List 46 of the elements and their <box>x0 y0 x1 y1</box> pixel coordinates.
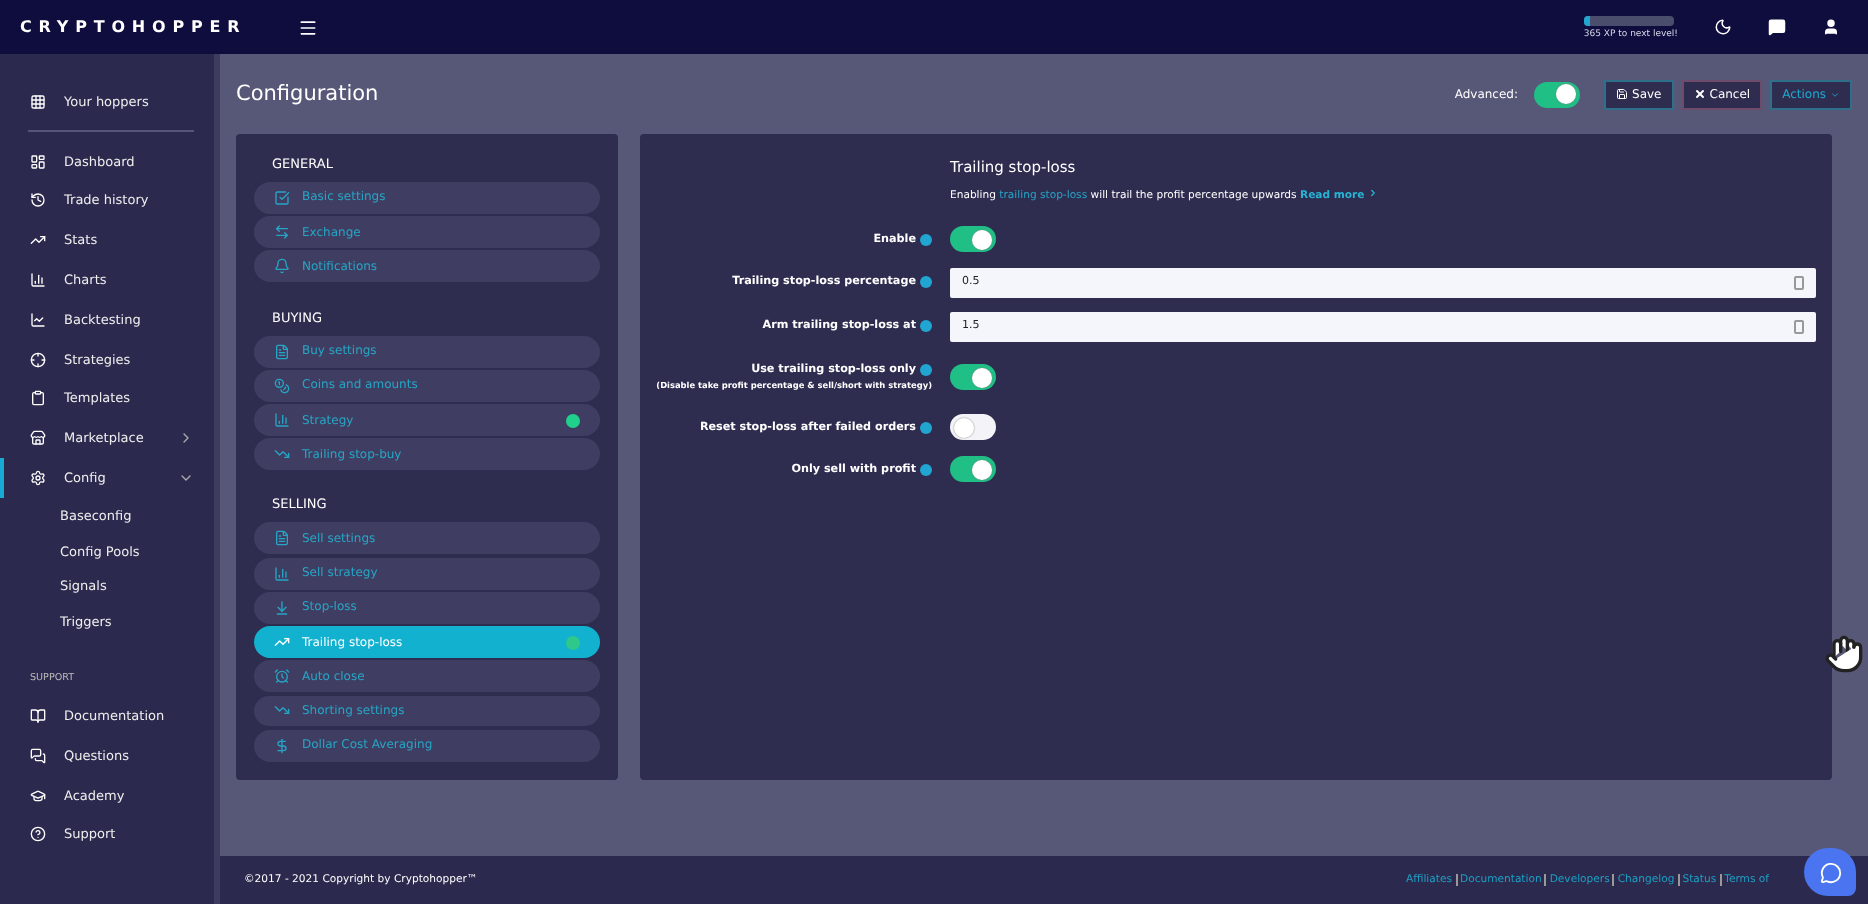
document-icon <box>274 343 290 360</box>
menu-icon[interactable] <box>298 17 319 37</box>
chart-icon <box>274 412 290 428</box>
chat-icon <box>30 747 46 764</box>
trend-icon <box>30 232 46 249</box>
bell-icon <box>274 258 290 275</box>
caret-icon <box>1830 89 1840 99</box>
advanced-toggle[interactable] <box>1534 81 1581 107</box>
checkbox-icon <box>274 189 290 206</box>
message-icon[interactable] <box>1768 18 1786 36</box>
chevron-right-icon <box>1368 188 1379 198</box>
dashboard-icon <box>30 153 46 170</box>
download-icon <box>274 599 290 616</box>
trend-down-icon <box>274 702 290 719</box>
toggle-switch[interactable] <box>950 226 996 252</box>
user-icon[interactable] <box>1822 18 1840 36</box>
page-title: Configuration <box>236 82 379 106</box>
hand-cursor-icon <box>1824 634 1864 674</box>
settings-icon <box>30 470 46 487</box>
crosshair-icon <box>30 351 46 368</box>
moon-icon[interactable] <box>1714 18 1732 36</box>
document-icon <box>274 530 290 547</box>
save-icon <box>1616 88 1629 100</box>
chart-icon <box>274 565 290 582</box>
clipboard-icon <box>30 390 46 407</box>
toggle-switch[interactable] <box>950 364 996 390</box>
dollar-icon <box>274 737 290 754</box>
xp-progress-bar <box>1583 15 1674 25</box>
chart-icon <box>30 272 46 289</box>
grid-icon <box>30 93 46 110</box>
store-icon <box>30 430 46 447</box>
history-icon <box>30 192 46 209</box>
graduation-cap-icon <box>30 787 46 804</box>
chat-button[interactable] <box>1804 848 1856 896</box>
chat-icon <box>1819 861 1841 883</box>
toggle-switch[interactable] <box>950 414 996 440</box>
close-icon <box>1693 88 1706 100</box>
trend-up-icon <box>274 634 290 651</box>
book-icon <box>30 708 46 725</box>
coins-icon <box>274 377 290 394</box>
exchange-icon <box>274 224 290 241</box>
line-chart-icon <box>30 311 46 328</box>
alarm-clock-icon <box>274 668 290 685</box>
logo: CRYPTOHOPPER <box>20 18 247 36</box>
toggle-switch[interactable] <box>950 456 996 482</box>
trend-down-icon <box>274 446 290 463</box>
